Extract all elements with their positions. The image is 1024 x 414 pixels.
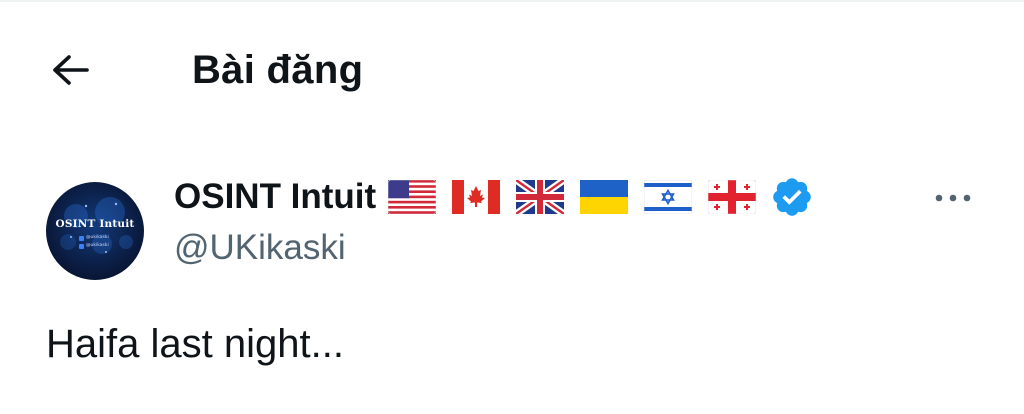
avatar[interactable]: OSINT Intuit @ukikaski @ukikaski	[46, 182, 144, 280]
canada-flag-icon	[452, 180, 501, 214]
more-options-button[interactable]	[928, 178, 978, 218]
top-divider	[0, 0, 1024, 2]
back-button[interactable]	[38, 44, 102, 96]
ukraine-flag-icon	[580, 180, 629, 214]
avatar-handle-line: @ukikaski	[86, 235, 109, 240]
display-name[interactable]: OSINT Intuit	[174, 175, 376, 219]
world-map-graphic	[60, 197, 133, 254]
name-line: OSINT Intuit	[174, 172, 814, 222]
georgia-flag-icon	[708, 180, 757, 214]
arrow-left-icon	[53, 55, 89, 85]
page-title: Bài đăng	[192, 48, 364, 92]
uk-flag-icon	[516, 180, 565, 214]
more-horizontal-icon	[935, 194, 971, 202]
verified-badge-icon[interactable]	[770, 175, 814, 219]
avatar-handle-line: @ukikaski	[86, 243, 109, 248]
post-author: OSINT Intuit @ukikaski @ukikaski OSINT I…	[0, 160, 1024, 280]
avatar-social-icon	[79, 236, 84, 241]
avatar-logo-text: OSINT Intuit	[55, 218, 135, 230]
avatar-social-icon	[79, 244, 84, 249]
post-text: Haifa last night...	[46, 322, 344, 366]
page-header: Bài đăng	[0, 30, 1024, 110]
us-flag-icon	[388, 180, 437, 214]
user-handle[interactable]: @UKikaski	[174, 226, 346, 270]
israel-flag-icon	[644, 180, 693, 214]
